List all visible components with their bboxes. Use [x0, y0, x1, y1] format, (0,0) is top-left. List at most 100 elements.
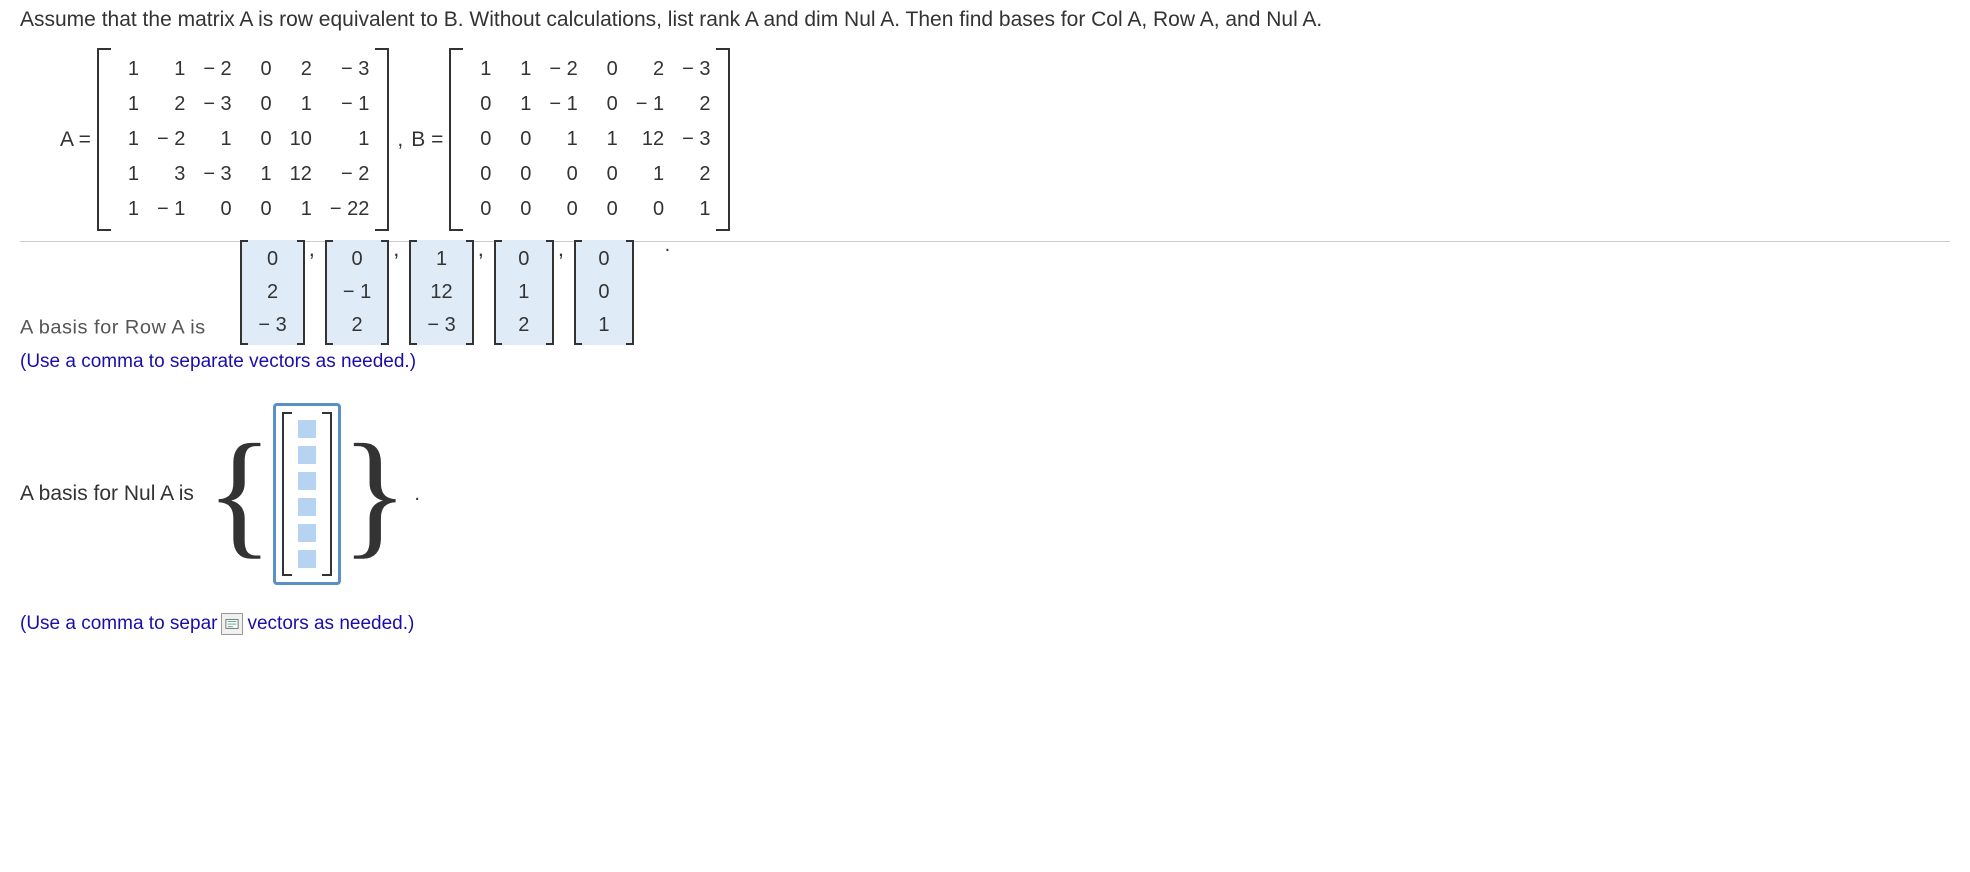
matrix-cell: 0: [250, 58, 272, 81]
matrix-cell: 0: [549, 163, 577, 186]
matrix-cell: 1: [117, 163, 139, 186]
question-text: Assume that the matrix A is row equivale…: [20, 8, 1950, 32]
bracket-right-icon: [626, 240, 634, 345]
matrix-cell: 0: [469, 163, 491, 186]
matrix-cell: 0: [509, 163, 531, 186]
matrix-cell: 0: [636, 198, 664, 221]
matrix-cell: 1: [549, 128, 577, 151]
matrix-cell: − 2: [330, 163, 369, 186]
edit-icon[interactable]: [221, 613, 243, 635]
vector-cell: 1: [427, 248, 455, 271]
vector-comma: ,: [558, 236, 564, 262]
matrix-A: 11− 202− 312− 301− 11− 21010113− 3112− 2…: [97, 48, 389, 231]
row-a-vector[interactable]: 012: [494, 240, 554, 345]
period: .: [414, 483, 420, 506]
matrix-cell: 1: [469, 58, 491, 81]
bracket-right-icon: [322, 412, 332, 576]
matrix-cell: 12: [636, 128, 664, 151]
matrix-cell: 0: [250, 128, 272, 151]
matrix-cell: 3: [157, 163, 185, 186]
matrix-cell: 1: [330, 128, 369, 151]
help-text-2-pre: (Use a comma to separ: [20, 613, 217, 635]
nul-input-cell[interactable]: [298, 420, 316, 438]
matrix-cell: − 2: [549, 58, 577, 81]
matrix-cell: − 3: [330, 58, 369, 81]
matrix-cell: 0: [509, 198, 531, 221]
matrix-cell: 1: [117, 198, 139, 221]
bracket-right-icon: [297, 240, 305, 345]
vector-comma: ,: [478, 236, 484, 262]
vector-cell: 0: [343, 248, 371, 271]
matrix-cell: 1: [157, 58, 185, 81]
bracket-left-icon: [282, 412, 292, 576]
matrix-cell: 1: [509, 58, 531, 81]
nul-input-cell[interactable]: [298, 472, 316, 490]
nul-input-cell[interactable]: [298, 498, 316, 516]
matrix-cell: 10: [290, 128, 312, 151]
row-a-vector[interactable]: 0 0 1: [574, 240, 634, 345]
matrix-cell: − 3: [682, 128, 710, 151]
label-A: A =: [60, 128, 91, 152]
vector-comma: ,: [393, 236, 399, 262]
bracket-right-icon: [375, 48, 389, 231]
matrix-cell: − 3: [203, 93, 231, 116]
matrix-cell: 1: [290, 198, 312, 221]
bracket-left-icon: [240, 240, 248, 345]
vector-cell: 1: [592, 314, 616, 337]
matrix-cell: − 3: [682, 58, 710, 81]
matrix-cell: 1: [117, 58, 139, 81]
matrices-row: A = 11− 202− 312− 301− 11− 21010113− 311…: [60, 48, 1950, 231]
nul-input-cell[interactable]: [298, 550, 316, 568]
matrix-cell: − 1: [330, 93, 369, 116]
bracket-left-icon: [449, 48, 463, 231]
vector-cell: 0: [512, 248, 536, 271]
matrix-cell: 0: [596, 93, 618, 116]
matrix-cell: 1: [203, 128, 231, 151]
nul-a-label: A basis for Nul A is: [20, 482, 194, 506]
matrix-cell: 1: [117, 93, 139, 116]
matrix-cell: − 3: [203, 163, 231, 186]
matrix-cell: 0: [203, 198, 231, 221]
matrix-cell: 0: [509, 128, 531, 151]
period: .: [665, 234, 671, 257]
vector-cell: 0: [258, 248, 286, 271]
matrix-cell: 2: [636, 58, 664, 81]
help-text-2: (Use a comma to separ vectors as needed.…: [20, 613, 1950, 635]
row-a-vector[interactable]: 1 12 − 3: [409, 240, 473, 345]
bracket-left-icon: [97, 48, 111, 231]
matrix-cell: 1: [250, 163, 272, 186]
matrix-cell: − 1: [157, 198, 185, 221]
matrix-cell: 0: [469, 93, 491, 116]
row-a-basis-section: A basis for Row A is { 02− 3,0− 12,112− …: [20, 240, 1950, 345]
vector-cell: 0: [592, 248, 616, 271]
row-a-vector[interactable]: 0 2 − 3: [240, 240, 304, 345]
vector-cell: − 3: [427, 314, 455, 337]
vector-cell: 12: [427, 281, 455, 304]
matrix-cell: 2: [157, 93, 185, 116]
row-a-label-cutoff: A basis for Row A is: [20, 317, 206, 367]
matrix-cell: − 2: [203, 58, 231, 81]
nul-input-cell[interactable]: [298, 524, 316, 542]
matrix-cell: 1: [509, 93, 531, 116]
matrix-cell: 0: [469, 198, 491, 221]
matrix-cell: 0: [469, 128, 491, 151]
matrix-cell: − 2: [157, 128, 185, 151]
matrix-cell: 0: [596, 58, 618, 81]
vector-cell: − 3: [258, 314, 286, 337]
nul-vector-input[interactable]: [273, 403, 341, 585]
matrix-cell: 1: [596, 128, 618, 151]
vector-cell: 0: [592, 281, 616, 304]
bracket-left-icon: [409, 240, 417, 345]
bracket-left-icon: [574, 240, 582, 345]
bracket-left-icon: [494, 240, 502, 345]
help-text-2-post: vectors as needed.): [247, 613, 414, 635]
row-a-vector[interactable]: 0− 12: [325, 240, 389, 345]
nul-input-cell[interactable]: [298, 446, 316, 464]
bracket-right-icon: [546, 240, 554, 345]
bracket-right-icon: [381, 240, 389, 345]
vector-cell: 2: [258, 281, 286, 304]
vector-cell: 2: [343, 314, 371, 337]
help-text-1: (Use a comma to separate vectors as need…: [20, 351, 1950, 373]
matrix-cell: 1: [682, 198, 710, 221]
brace-right-icon: }: [341, 445, 408, 543]
